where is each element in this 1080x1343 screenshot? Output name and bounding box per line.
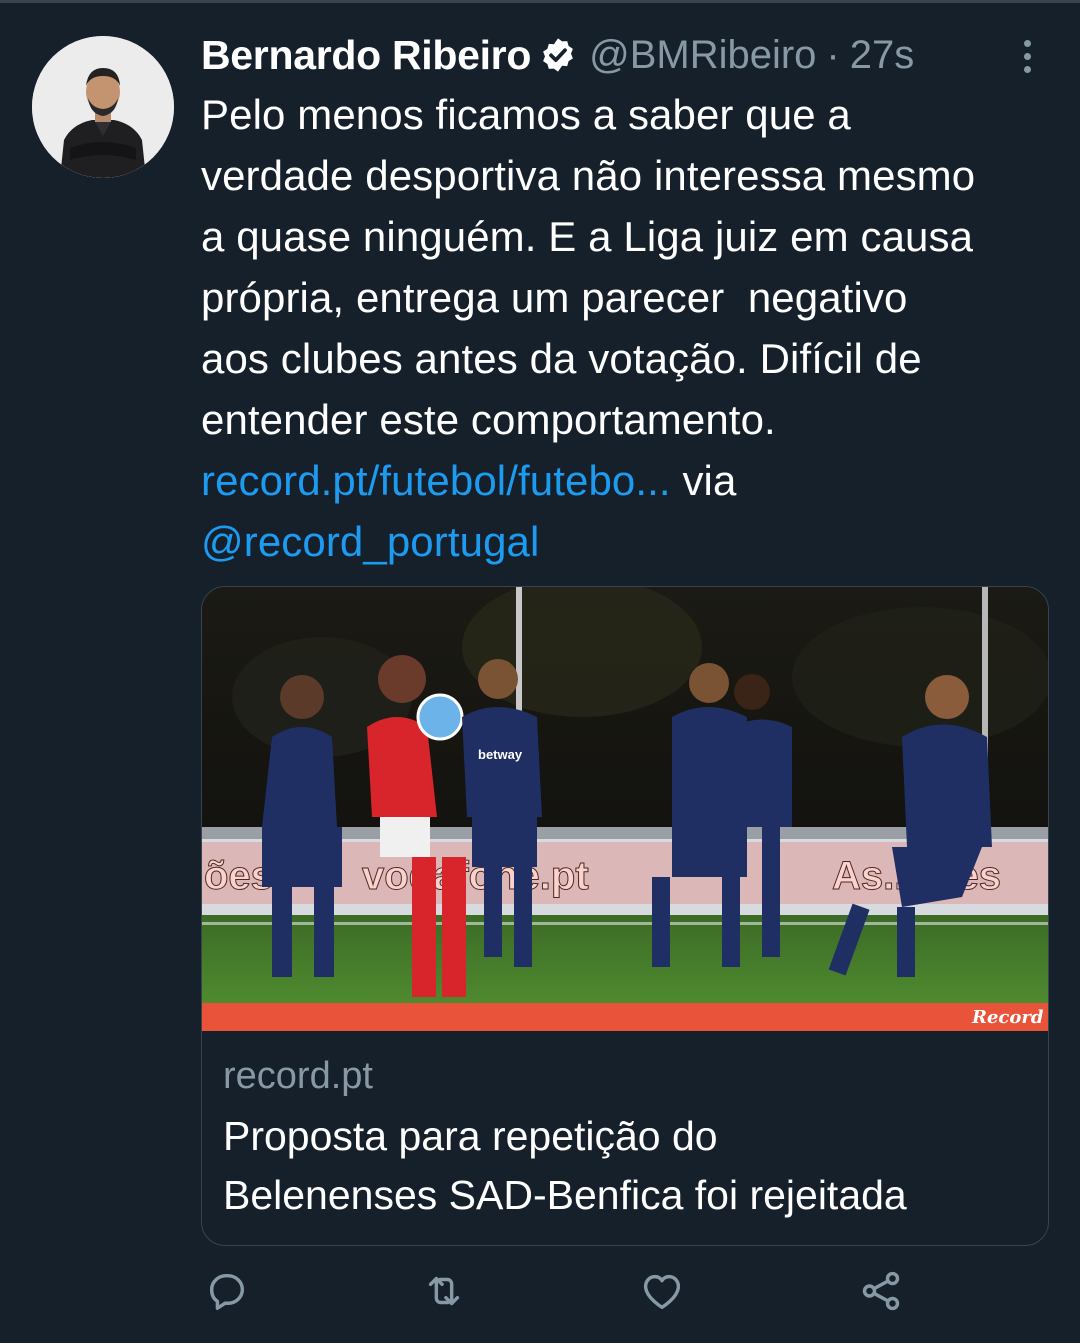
author-name[interactable]: Bernardo Ribeiro: [201, 32, 531, 79]
heart-icon[interactable]: [638, 1268, 688, 1318]
more-options-icon[interactable]: [1012, 34, 1042, 78]
tweet-text-line: própria, entrega um parecer negativo: [201, 274, 908, 321]
link-preview-card[interactable]: ões vodafone.pt As...ores Record: [201, 586, 1049, 1246]
record-watermark: Record: [971, 1007, 1044, 1028]
author-handle[interactable]: @BMRibeiro: [589, 33, 816, 78]
separator-dot: ·: [826, 32, 840, 77]
retweet-icon[interactable]: [420, 1268, 470, 1318]
via-text: via: [670, 457, 737, 504]
share-icon[interactable]: [858, 1268, 908, 1318]
tweet-text-line: aos clubes antes da votação. Difícil de: [201, 335, 922, 382]
avatar[interactable]: [32, 36, 174, 178]
card-title-line: Proposta para repetição do: [223, 1113, 718, 1159]
tweet-timestamp[interactable]: 27s: [850, 33, 915, 78]
card-title-line: Belenenses SAD-Benfica foi rejeitada: [223, 1172, 907, 1218]
mention-link[interactable]: @record_portugal: [201, 518, 539, 565]
tweet-text-line: verdade desportiva não interessa mesmo: [201, 152, 976, 199]
shirt-sponsor: betway: [478, 747, 523, 762]
card-image: ões vodafone.pt As...ores Record: [202, 587, 1048, 1031]
verified-badge-icon: [539, 36, 577, 74]
tweet-text-line: entender este comportamento.: [201, 396, 776, 443]
tweet-text-line: a quase ninguém. E a Liga juiz em causa: [201, 213, 974, 260]
tweet-text-line: Pelo menos ficamos a saber que a: [201, 91, 851, 138]
reply-icon[interactable]: [204, 1268, 254, 1318]
tweet[interactable]: Bernardo Ribeiro @BMRibeiro · 27s Pelo m…: [0, 0, 1080, 1343]
card-domain: record.pt: [223, 1055, 373, 1097]
article-link[interactable]: record.pt/futebol/futebo...: [201, 457, 671, 504]
card-meta: record.pt Proposta para repetição do Bel…: [223, 1045, 1033, 1225]
tweet-actions: [0, 1268, 1080, 1328]
tweet-header: Bernardo Ribeiro @BMRibeiro · 27s: [201, 30, 914, 80]
tweet-text: Pelo menos ficamos a saber que a verdade…: [201, 84, 1061, 572]
avatar-photo: [32, 36, 174, 178]
